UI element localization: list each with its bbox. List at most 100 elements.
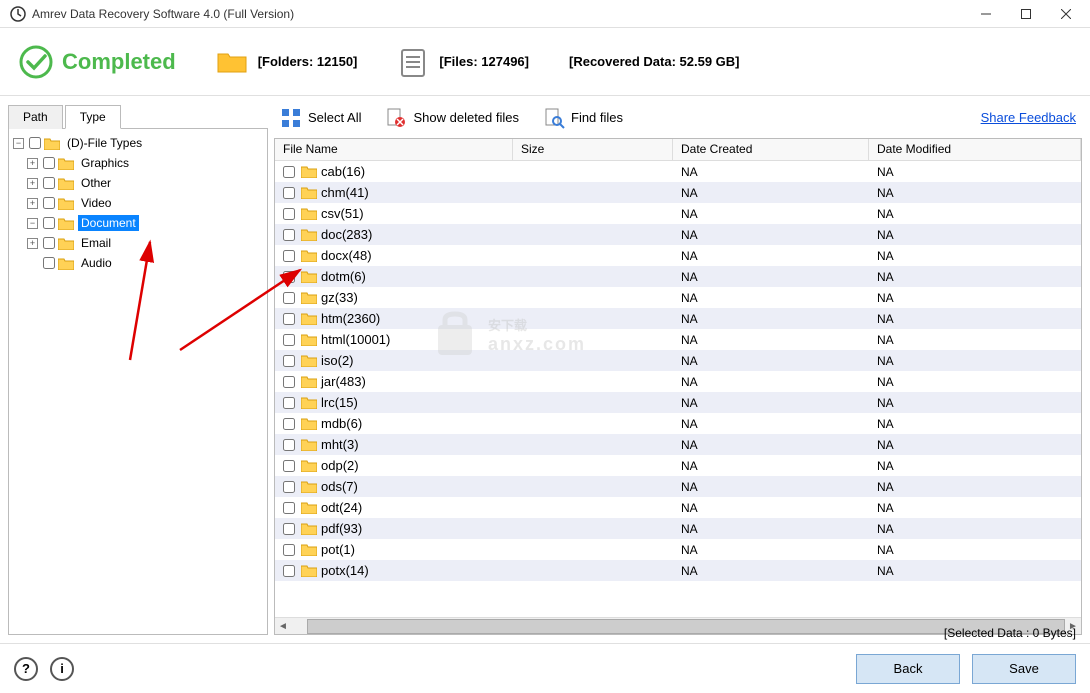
window-title: Amrev Data Recovery Software 4.0 (Full V… — [32, 7, 966, 21]
minimize-button[interactable] — [966, 0, 1006, 28]
cell-modified: NA — [869, 186, 1081, 200]
table-row[interactable]: odt(24)NANA — [275, 497, 1081, 518]
table-row[interactable]: mht(3)NANA — [275, 434, 1081, 455]
table-row[interactable]: mdb(6)NANA — [275, 413, 1081, 434]
tree-item[interactable]: +Video — [11, 193, 265, 213]
tree-item[interactable]: −Document — [11, 213, 265, 233]
tab-path[interactable]: Path — [8, 105, 63, 129]
row-checkbox[interactable] — [283, 229, 295, 241]
expander-icon[interactable]: + — [27, 198, 38, 209]
tree-item[interactable]: +Email — [11, 233, 265, 253]
col-created[interactable]: Date Created — [673, 139, 869, 160]
tree-checkbox[interactable] — [43, 157, 55, 169]
show-deleted-button[interactable]: Show deleted files — [385, 107, 519, 129]
row-checkbox[interactable] — [283, 187, 295, 199]
back-button[interactable]: Back — [856, 654, 960, 684]
tree-checkbox[interactable] — [43, 257, 55, 269]
row-checkbox[interactable] — [283, 565, 295, 577]
tree-checkbox[interactable] — [43, 237, 55, 249]
row-checkbox[interactable] — [283, 439, 295, 451]
folder-icon — [301, 249, 317, 262]
cell-modified: NA — [869, 564, 1081, 578]
folder-icon — [301, 501, 317, 514]
cell-created: NA — [673, 459, 869, 473]
table-row[interactable]: docx(48)NANA — [275, 245, 1081, 266]
tree-checkbox[interactable] — [43, 197, 55, 209]
expander-placeholder — [27, 258, 38, 269]
tab-type[interactable]: Type — [65, 105, 121, 129]
toolbar: Select All Show deleted files Find files… — [274, 104, 1082, 138]
expander-icon[interactable]: + — [27, 178, 38, 189]
table-row[interactable]: cab(16)NANA — [275, 161, 1081, 182]
table-row[interactable]: pot(1)NANA — [275, 539, 1081, 560]
table-row[interactable]: gz(33)NANA — [275, 287, 1081, 308]
row-checkbox[interactable] — [283, 166, 295, 178]
row-checkbox[interactable] — [283, 208, 295, 220]
row-checkbox[interactable] — [283, 544, 295, 556]
row-checkbox[interactable] — [283, 460, 295, 472]
file-name: doc(283) — [321, 227, 372, 242]
file-type-tree[interactable]: − (D)-File Types +Graphics+Other+Video−D… — [8, 129, 268, 635]
row-checkbox[interactable] — [283, 271, 295, 283]
table-row[interactable]: pdf(93)NANA — [275, 518, 1081, 539]
table-row[interactable]: html(10001)NANA — [275, 329, 1081, 350]
tree-checkbox[interactable] — [29, 137, 41, 149]
right-panel: Select All Show deleted files Find files… — [274, 104, 1082, 635]
file-name: gz(33) — [321, 290, 358, 305]
row-checkbox[interactable] — [283, 523, 295, 535]
tree-checkbox[interactable] — [43, 177, 55, 189]
close-button[interactable] — [1046, 0, 1086, 28]
row-checkbox[interactable] — [283, 502, 295, 514]
tree-item[interactable]: Audio — [11, 253, 265, 273]
col-size[interactable]: Size — [513, 139, 673, 160]
cell-modified: NA — [869, 438, 1081, 452]
table-row[interactable]: lrc(15)NANA — [275, 392, 1081, 413]
expander-icon[interactable]: − — [27, 218, 38, 229]
find-files-button[interactable]: Find files — [543, 107, 623, 129]
share-feedback-link[interactable]: Share Feedback — [981, 110, 1076, 125]
folder-icon — [301, 165, 317, 178]
row-checkbox[interactable] — [283, 313, 295, 325]
table-row[interactable]: ods(7)NANA — [275, 476, 1081, 497]
row-checkbox[interactable] — [283, 481, 295, 493]
grid-body[interactable]: cab(16)NANAchm(41)NANAcsv(51)NANAdoc(283… — [275, 161, 1081, 617]
table-row[interactable]: doc(283)NANA — [275, 224, 1081, 245]
row-checkbox[interactable] — [283, 355, 295, 367]
tree-root[interactable]: − (D)-File Types — [11, 133, 265, 153]
table-row[interactable]: dotm(6)NANA — [275, 266, 1081, 287]
tree-item[interactable]: +Other — [11, 173, 265, 193]
folder-icon — [58, 177, 74, 190]
help-button[interactable]: ? — [14, 657, 38, 681]
app-icon — [10, 6, 26, 22]
info-button[interactable]: i — [50, 657, 74, 681]
cell-created: NA — [673, 291, 869, 305]
row-checkbox[interactable] — [283, 334, 295, 346]
table-row[interactable]: htm(2360)NANA — [275, 308, 1081, 329]
table-row[interactable]: chm(41)NANA — [275, 182, 1081, 203]
row-checkbox[interactable] — [283, 418, 295, 430]
table-row[interactable]: potx(14)NANA — [275, 560, 1081, 581]
table-row[interactable]: iso(2)NANA — [275, 350, 1081, 371]
col-modified[interactable]: Date Modified — [869, 139, 1081, 160]
table-row[interactable]: odp(2)NANA — [275, 455, 1081, 476]
row-checkbox[interactable] — [283, 250, 295, 262]
cell-created: NA — [673, 396, 869, 410]
expander-icon[interactable]: + — [27, 158, 38, 169]
table-row[interactable]: csv(51)NANA — [275, 203, 1081, 224]
folder-icon — [301, 396, 317, 409]
row-checkbox[interactable] — [283, 376, 295, 388]
row-checkbox[interactable] — [283, 397, 295, 409]
summary-header: Completed [Folders: 12150] [Files: 12749… — [0, 28, 1090, 96]
cell-created: NA — [673, 564, 869, 578]
save-button[interactable]: Save — [972, 654, 1076, 684]
maximize-button[interactable] — [1006, 0, 1046, 28]
row-checkbox[interactable] — [283, 292, 295, 304]
select-all-button[interactable]: Select All — [280, 107, 361, 129]
folder-icon — [58, 257, 74, 270]
expander-icon[interactable]: − — [13, 138, 24, 149]
tree-item[interactable]: +Graphics — [11, 153, 265, 173]
tree-checkbox[interactable] — [43, 217, 55, 229]
table-row[interactable]: jar(483)NANA — [275, 371, 1081, 392]
col-filename[interactable]: File Name — [275, 139, 513, 160]
expander-icon[interactable]: + — [27, 238, 38, 249]
